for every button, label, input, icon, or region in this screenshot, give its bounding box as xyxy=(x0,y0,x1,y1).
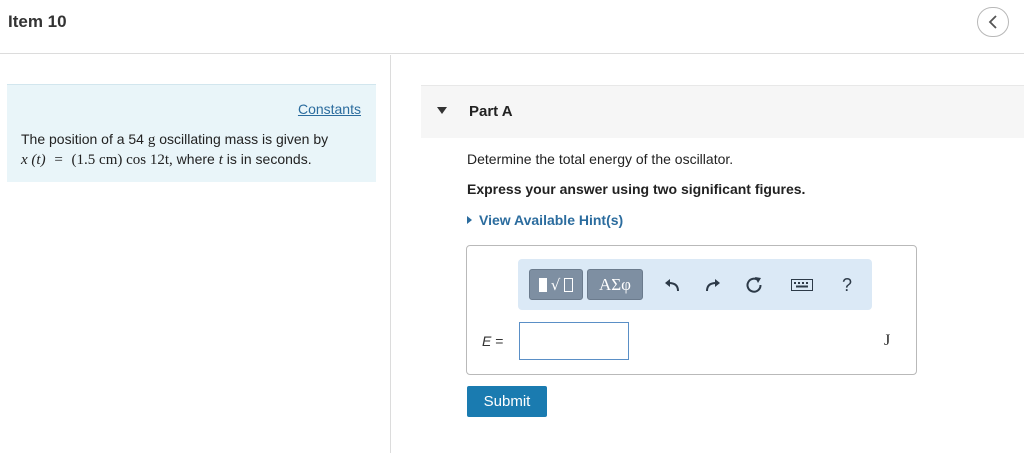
answer-equals: = xyxy=(495,333,504,349)
symbols-button[interactable]: ΑΣφ xyxy=(587,269,643,300)
undo-icon xyxy=(665,279,679,292)
redo-button[interactable] xyxy=(701,273,725,297)
keyboard-icon xyxy=(791,279,813,291)
problem-text-mass: The position of a 54 xyxy=(21,131,144,147)
hint-label: View Available Hint(s) xyxy=(479,212,624,228)
item-header: Item 10 xyxy=(0,0,1024,54)
redo-icon xyxy=(706,279,720,292)
previous-item-button[interactable] xyxy=(977,7,1009,37)
reset-button[interactable] xyxy=(742,273,766,297)
templates-icon xyxy=(538,277,547,292)
view-hints-link[interactable]: View Available Hint(s) xyxy=(467,212,623,228)
constants-panel: Constants The position of a 54 g oscilla… xyxy=(7,84,376,182)
problem-text-var: t xyxy=(218,152,223,168)
item-title: Item 10 xyxy=(8,12,67,31)
constants-link[interactable]: Constants xyxy=(298,101,361,117)
math-toolbar: √ ΑΣφ ? xyxy=(518,259,872,310)
submit-button[interactable]: Submit xyxy=(467,386,547,417)
reset-icon xyxy=(746,277,762,293)
problem-statement: The position of a 54 g oscillating mass … xyxy=(21,130,366,170)
answer-variable-label: E = xyxy=(482,333,503,349)
position-equation: x (t) = (1.5 cm) cos 12t, xyxy=(21,152,173,168)
answer-input[interactable] xyxy=(519,322,629,360)
caret-down-icon xyxy=(437,107,447,114)
part-title: Part A xyxy=(469,103,513,120)
equation-rhs: (1.5 cm) cos 12t, xyxy=(71,152,173,168)
undo-button[interactable] xyxy=(660,273,684,297)
caret-right-icon xyxy=(467,216,472,224)
answer-unit: J xyxy=(884,332,891,349)
answer-variable: E xyxy=(482,333,492,349)
equation-equals: = xyxy=(54,152,63,168)
part-a-header[interactable]: Part A xyxy=(421,85,1024,138)
panel-divider xyxy=(390,55,391,453)
answer-box: √ ΑΣφ ? E = J xyxy=(466,245,917,375)
problem-text-seconds: is in seconds. xyxy=(226,151,312,167)
help-button[interactable]: ? xyxy=(835,273,859,297)
box-icon xyxy=(564,277,574,292)
problem-text-where: where xyxy=(176,151,215,167)
question-text: Determine the total energy of the oscill… xyxy=(467,151,734,167)
equation-lhs: x (t) xyxy=(21,152,46,168)
chevron-left-icon xyxy=(988,15,997,29)
instruction-text: Express your answer using two significan… xyxy=(467,181,806,197)
templates-button[interactable]: √ xyxy=(529,269,583,300)
problem-text-unit: g xyxy=(147,132,156,148)
keyboard-button[interactable] xyxy=(789,273,815,297)
problem-text-given: oscillating mass is given by xyxy=(159,131,329,147)
sqrt-icon: √ xyxy=(550,275,561,294)
